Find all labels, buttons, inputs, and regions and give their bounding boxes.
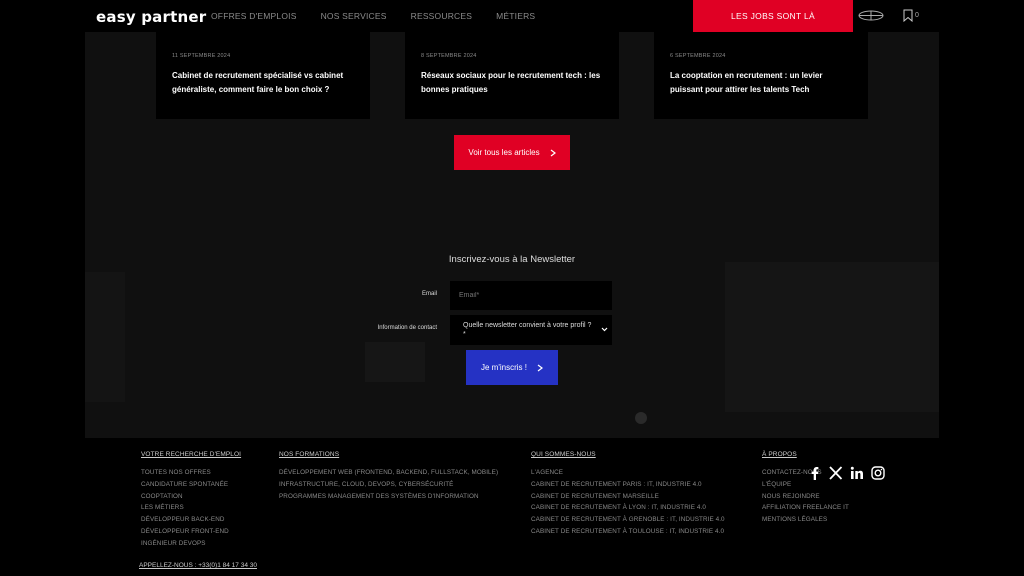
site-footer: VOTRE RECHERCHE D'EMPLOI TOUTES NOS OFFR… bbox=[0, 438, 1024, 576]
footer-col-propos: À PROPOS CONTACTEZ-NOUS L'ÉQUIPE NOUS RE… bbox=[762, 451, 849, 526]
footer-link[interactable]: LES MÉTIERS bbox=[141, 502, 241, 514]
all-articles-button[interactable]: Voir tous les articles bbox=[454, 135, 570, 170]
article-card[interactable]: 6 SEPTEMBRE 2024 La cooptation en recrut… bbox=[654, 32, 868, 119]
main-content: 11 SEPTEMBRE 2024 Cabinet de recrutement… bbox=[85, 32, 939, 438]
instagram-icon[interactable] bbox=[871, 466, 885, 480]
footer-link[interactable]: L'AGENCE bbox=[531, 467, 725, 479]
footer-link[interactable]: CABINET DE RECRUTEMENT MARSEILLE bbox=[531, 491, 725, 503]
footer-heading[interactable]: NOS FORMATIONS bbox=[279, 451, 498, 458]
article-card[interactable]: 8 SEPTEMBRE 2024 Réseaux sociaux pour le… bbox=[405, 32, 619, 119]
nav-metiers[interactable]: MÉTIERS bbox=[496, 11, 535, 21]
glitch-decoration bbox=[85, 272, 125, 402]
article-card[interactable]: 11 SEPTEMBRE 2024 Cabinet de recrutement… bbox=[156, 32, 370, 119]
linkedin-icon[interactable] bbox=[850, 466, 864, 480]
chevron-right-icon bbox=[537, 364, 543, 371]
glitch-decoration bbox=[365, 342, 425, 382]
site-header: easy partner OFFRES D'EMPLOIS NOS SERVIC… bbox=[0, 0, 1024, 32]
footer-heading[interactable]: QUI SOMMES-NOUS bbox=[531, 451, 725, 458]
chevron-right-icon bbox=[550, 149, 556, 156]
x-icon[interactable] bbox=[829, 466, 843, 480]
main-nav: OFFRES D'EMPLOIS NOS SERVICES RESSOURCES… bbox=[211, 11, 559, 21]
footer-link[interactable]: MENTIONS LÉGALES bbox=[762, 514, 849, 526]
footer-link[interactable]: INGÉNIEUR DEVOPS bbox=[141, 538, 241, 550]
footer-link[interactable]: CABINET DE RECRUTEMENT À GRENOBLE : IT, … bbox=[531, 514, 725, 526]
footer-link[interactable]: CABINET DE RECRUTEMENT À LYON : IT, INDU… bbox=[531, 502, 725, 514]
phone-link[interactable]: APPELLEZ-NOUS : +33(0)1 84 17 34 30 bbox=[139, 562, 257, 569]
facebook-icon[interactable] bbox=[808, 466, 822, 480]
article-title[interactable]: Réseaux sociaux pour le recrutement tech… bbox=[421, 69, 603, 96]
jobs-button[interactable]: LES JOBS SONT LÀ bbox=[693, 0, 853, 32]
footer-link[interactable]: DÉVELOPPEMENT WEB (FRONTEND, BACKEND, FU… bbox=[279, 467, 498, 479]
article-date: 6 SEPTEMBRE 2024 bbox=[670, 53, 726, 59]
article-date: 11 SEPTEMBRE 2024 bbox=[172, 53, 231, 59]
bookmark-count: 0 bbox=[915, 12, 919, 19]
subscribe-button[interactable]: Je m'inscris ! bbox=[466, 350, 558, 385]
footer-col-about-us: QUI SOMMES-NOUS L'AGENCE CABINET DE RECR… bbox=[531, 451, 725, 538]
footer-heading[interactable]: VOTRE RECHERCHE D'EMPLOI bbox=[141, 451, 241, 458]
social-links bbox=[808, 466, 885, 480]
footer-link[interactable]: CABINET DE RECRUTEMENT À TOULOUSE : IT, … bbox=[531, 526, 725, 538]
email-input[interactable] bbox=[450, 281, 612, 310]
glitch-decoration bbox=[635, 412, 647, 424]
footer-col-emploi: VOTRE RECHERCHE D'EMPLOI TOUTES NOS OFFR… bbox=[141, 451, 241, 550]
glitch-decoration bbox=[725, 262, 939, 412]
footer-link[interactable]: TOUTES NOS OFFRES bbox=[141, 467, 241, 479]
subscribe-label: Je m'inscris ! bbox=[481, 363, 527, 372]
article-title[interactable]: Cabinet de recrutement spécialisé vs cab… bbox=[172, 69, 354, 96]
article-title[interactable]: La cooptation en recrutement : un levier… bbox=[670, 69, 852, 96]
newsletter-title: Inscrivez-vous à la Newsletter bbox=[448, 254, 576, 265]
all-articles-label: Voir tous les articles bbox=[468, 148, 540, 157]
email-label: Email bbox=[421, 291, 437, 297]
footer-link[interactable]: DÉVELOPPEUR BACK-END bbox=[141, 514, 241, 526]
footer-link[interactable]: NOUS REJOINDRE bbox=[762, 491, 849, 503]
bookmark-icon[interactable] bbox=[903, 9, 913, 22]
footer-link[interactable]: L'ÉQUIPE bbox=[762, 479, 849, 491]
footer-link[interactable]: INFRASTRUCTURE, CLOUD, DEVOPS, CYBERSÉCU… bbox=[279, 479, 498, 491]
newsletter-select-value: Quelle newsletter convient à votre profi… bbox=[463, 322, 592, 338]
footer-link[interactable]: CABINET DE RECRUTEMENT PARIS : IT, INDUS… bbox=[531, 479, 725, 491]
footer-link[interactable]: PROGRAMMES MANAGEMENT DES SYSTÈMES D'INF… bbox=[279, 491, 498, 503]
footer-link[interactable]: COOPTATION bbox=[141, 491, 241, 503]
footer-link[interactable]: DÉVELOPPEUR FRONT-END bbox=[141, 526, 241, 538]
nav-ressources[interactable]: RESSOURCES bbox=[411, 11, 473, 21]
chevron-down-icon bbox=[601, 327, 608, 332]
footer-col-formations: NOS FORMATIONS DÉVELOPPEMENT WEB (FRONTE… bbox=[279, 451, 498, 502]
footer-heading[interactable]: À PROPOS bbox=[762, 451, 849, 458]
footer-link[interactable]: CANDIDATURE SPONTANÉE bbox=[141, 479, 241, 491]
newsletter-select[interactable]: Quelle newsletter convient à votre profi… bbox=[450, 315, 612, 345]
language-icon[interactable] bbox=[857, 10, 885, 21]
contact-label: Information de contact bbox=[377, 325, 437, 331]
nav-offres[interactable]: OFFRES D'EMPLOIS bbox=[211, 11, 297, 21]
footer-link[interactable]: AFFILIATION FREELANCE IT bbox=[762, 502, 849, 514]
site-logo[interactable]: easy partner bbox=[96, 8, 206, 26]
nav-services[interactable]: NOS SERVICES bbox=[321, 11, 387, 21]
article-date: 8 SEPTEMBRE 2024 bbox=[421, 53, 477, 59]
